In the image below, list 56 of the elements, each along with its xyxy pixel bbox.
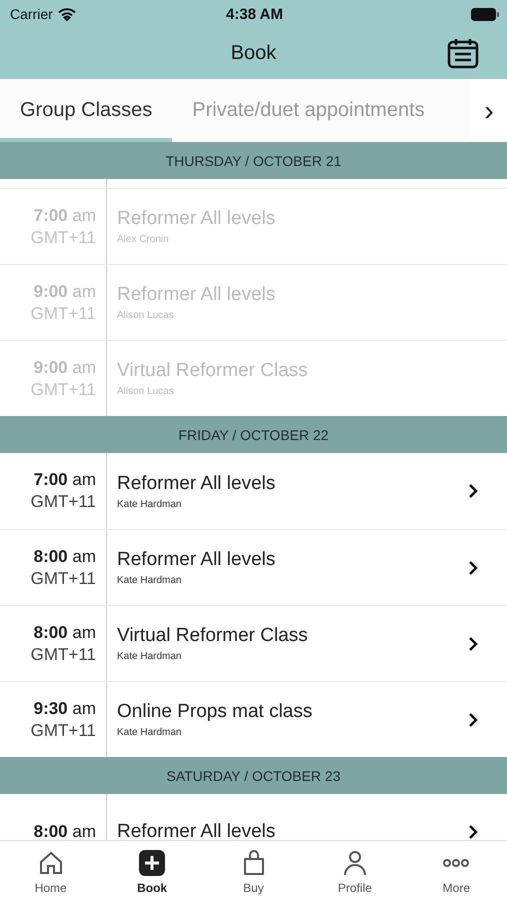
class-title: Online Props mat class xyxy=(117,701,314,723)
instructor-name: Kate Hardman xyxy=(117,575,182,586)
more-icon xyxy=(442,859,470,867)
class-title: Reformer All levels xyxy=(117,821,276,840)
battery-icon xyxy=(471,8,499,20)
instructor-name: Alex Cronin xyxy=(117,234,170,245)
instructor-name: Kate Hardman xyxy=(117,727,182,738)
status-time: 4:38 AM xyxy=(226,6,283,22)
time-zone: GMT+11 xyxy=(30,492,96,512)
more-tabs-button[interactable]: › xyxy=(471,79,507,142)
instructor-name: Alison Lucas xyxy=(117,310,175,321)
tab-bar-item[interactable]: Book xyxy=(101,841,203,900)
tab-bar-item[interactable]: Buy xyxy=(202,841,304,900)
class-time: 9:00 am xyxy=(34,282,96,302)
class-time: 7:00 am xyxy=(34,206,96,226)
chevron-right-icon xyxy=(467,636,479,652)
class-title: Virtual Reformer Class xyxy=(117,360,309,382)
time-zone: GMT+11 xyxy=(30,228,96,248)
chevron-right-icon xyxy=(467,824,479,840)
instructor-name: Alison Lucas xyxy=(117,386,175,397)
class-time: 9:30 am xyxy=(34,698,96,718)
class-title: Virtual Reformer Class xyxy=(117,625,309,647)
class-title: Reformer All levels xyxy=(117,208,276,230)
tab-bar-item[interactable]: More xyxy=(406,841,507,900)
class-row[interactable]: 8:00 am GMT+11 Reformer All levels Kate Hardman xyxy=(0,529,507,605)
chevron-right-icon xyxy=(467,712,479,728)
tab-bar-item[interactable]: Profile xyxy=(304,841,406,900)
day-header: FRIDAY / OCTOBER 22 xyxy=(0,416,507,453)
carrier-label: Carrier xyxy=(10,6,53,22)
chevron-right-icon xyxy=(467,560,479,576)
instructor-name: Kate Hardman xyxy=(117,651,182,662)
class-row[interactable]: 8:00 am GMT+11 Virtual Reformer Class Kate Hardman xyxy=(0,605,507,681)
class-time: 7:00 am xyxy=(34,470,96,490)
class-title: Reformer All levels xyxy=(117,472,276,494)
class-time: 8:00 am xyxy=(34,822,96,840)
class-title: Reformer All levels xyxy=(117,549,276,571)
calendar-button[interactable] xyxy=(447,37,479,69)
time-zone: GMT+11 xyxy=(30,304,96,324)
class-time: 8:00 am xyxy=(34,622,96,642)
nav-title: Book xyxy=(230,42,276,65)
time-zone: GMT+11 xyxy=(30,644,96,664)
class-title: Reformer All levels xyxy=(117,284,276,306)
time-zone: GMT+11 xyxy=(30,568,96,588)
time-zone: GMT+11 xyxy=(30,720,96,740)
tab-bar-item[interactable]: Home xyxy=(0,841,102,900)
instructor-name: Kate Hardman xyxy=(117,498,182,510)
class-row[interactable]: 7:00 am GMT+11 Reformer All levels Kate Hardman xyxy=(0,453,507,529)
time-zone: GMT+11 xyxy=(30,380,96,400)
wifi-icon xyxy=(58,8,76,20)
class-time: 9:00 am xyxy=(34,358,96,378)
day-header: THURSDAY / OCTOBER 21 xyxy=(0,142,507,179)
segment-tab[interactable]: Group Classes xyxy=(0,79,172,142)
plus-icon xyxy=(138,849,166,877)
day-header: SATURDAY / OCTOBER 23 xyxy=(0,757,507,794)
class-time: 8:00 am xyxy=(34,546,96,566)
chevron-right-icon xyxy=(467,483,479,499)
